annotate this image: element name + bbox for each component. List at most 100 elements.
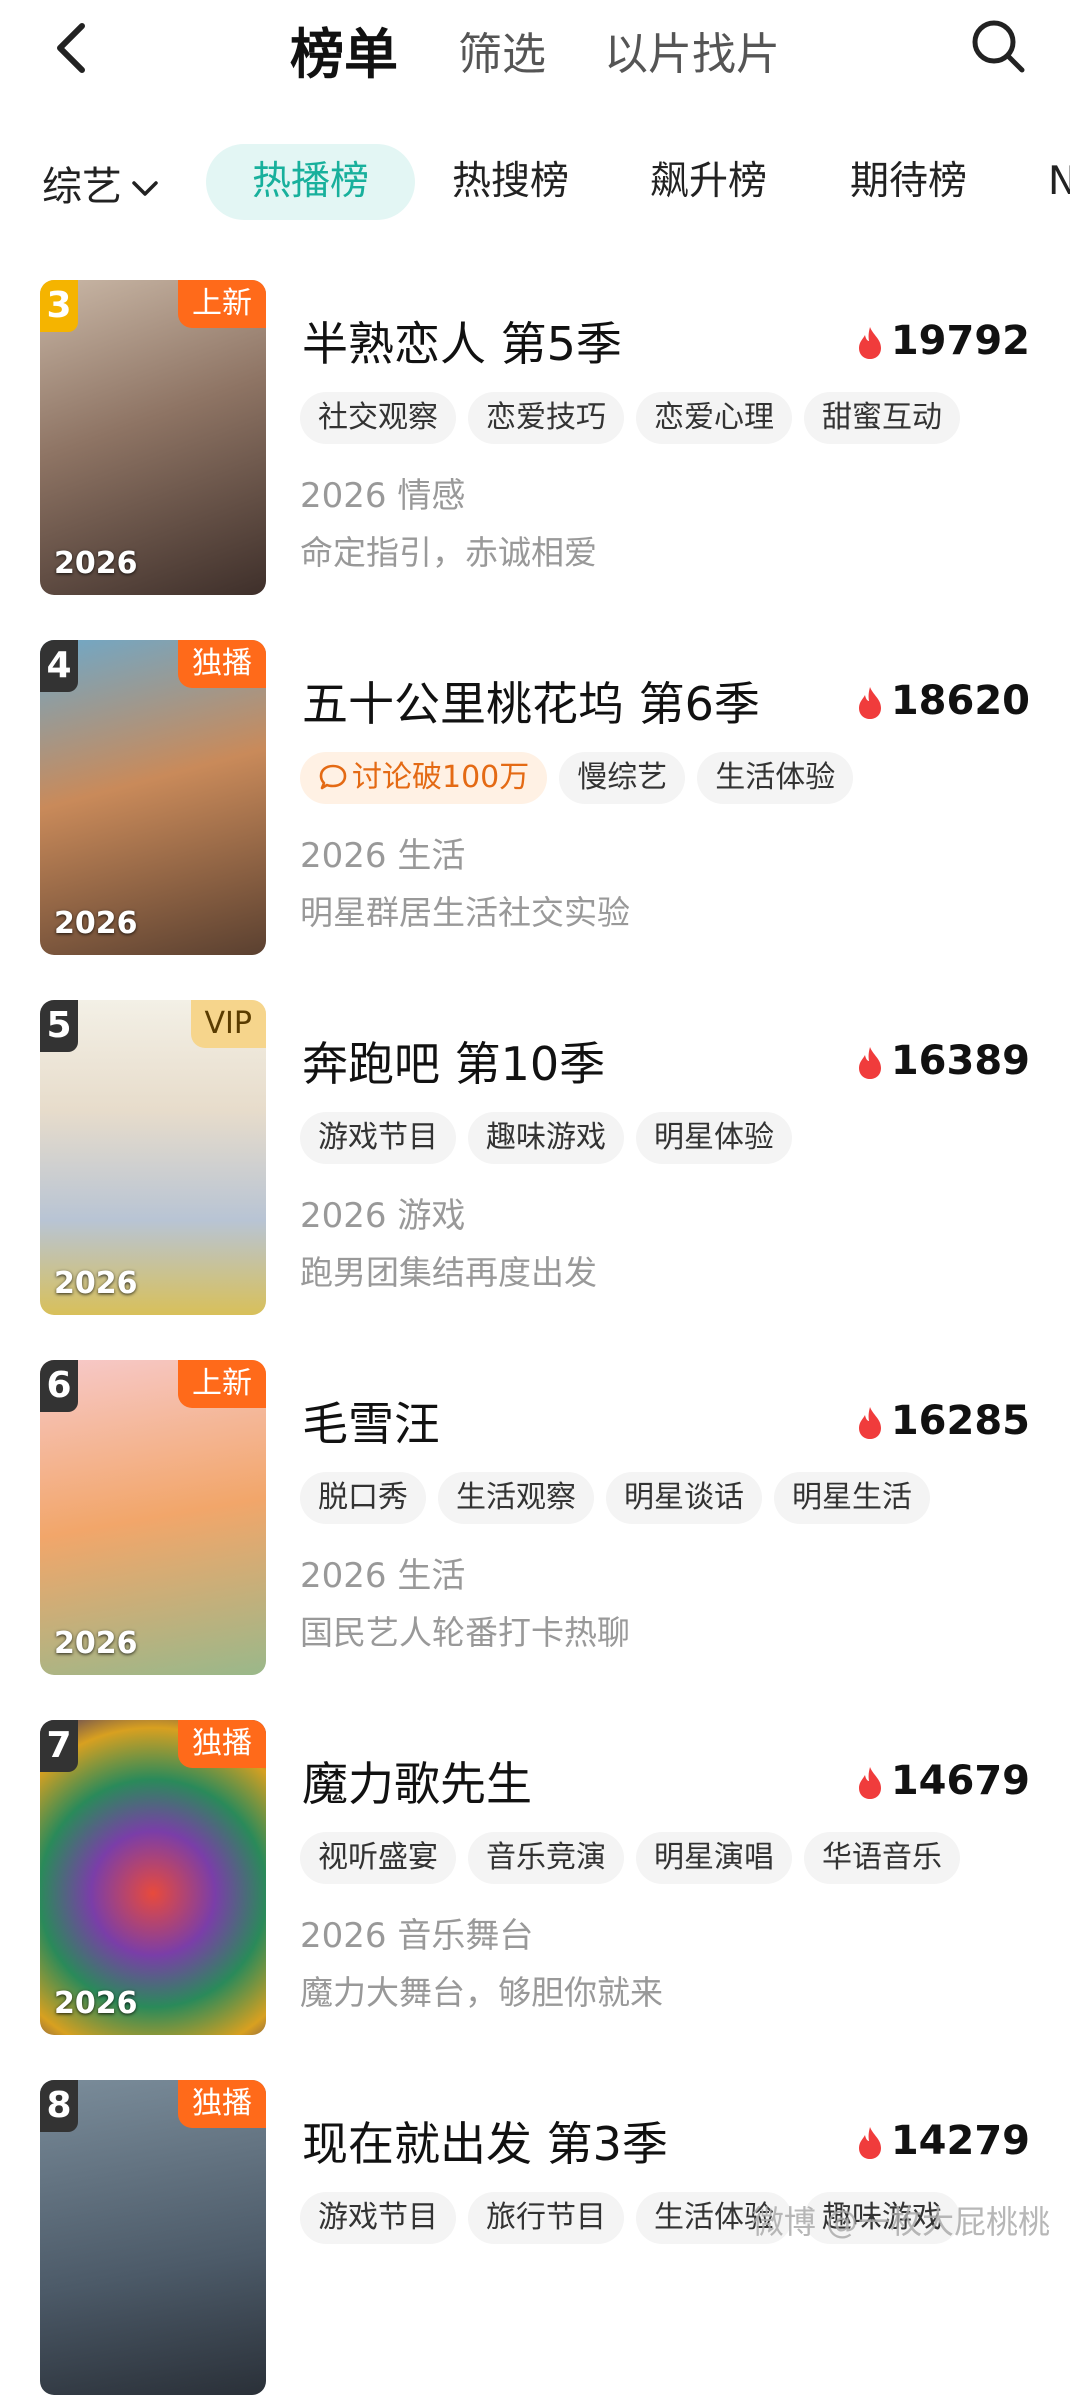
tag-list: 视听盛宴 音乐竞演 明星演唱 华语音乐 bbox=[300, 1832, 972, 1884]
rank-badge: 6 bbox=[40, 1360, 78, 1412]
top-bar: 榜单 筛选 以片找片 bbox=[0, 0, 1070, 95]
show-title[interactable]: 魔力歌先生 bbox=[302, 1748, 532, 1814]
show-meta: 2026 情感 bbox=[300, 476, 466, 516]
poster-image[interactable]: 7 独播 2026 bbox=[40, 1720, 266, 2035]
poster-year: 2026 bbox=[54, 546, 138, 581]
tab-rising[interactable]: 飙升榜 bbox=[650, 144, 767, 220]
tag[interactable]: 恋爱技巧 bbox=[468, 392, 624, 444]
heat-value: 16285 bbox=[890, 1398, 1030, 1444]
tag[interactable]: 甜蜜互动 bbox=[804, 392, 960, 444]
show-description: 命定指引，赤诚相爱 bbox=[300, 533, 597, 572]
tag-list: 游戏节目 趣味游戏 明星体验 bbox=[300, 1112, 804, 1164]
tag-list: 脱口秀 生活观察 明星谈话 明星生活 bbox=[300, 1472, 942, 1524]
heat-score: 16285 bbox=[857, 1398, 1030, 1444]
category-label: 综艺 bbox=[42, 164, 122, 210]
flame-icon bbox=[858, 1407, 881, 1439]
tab-more[interactable]: N bbox=[1048, 144, 1070, 220]
status-badge: 独播 bbox=[178, 1720, 266, 1768]
show-title[interactable]: 五十公里桃花坞 第6季 bbox=[302, 668, 760, 734]
flame-icon bbox=[858, 327, 881, 359]
status-badge: 独播 bbox=[178, 2080, 266, 2128]
show-title[interactable]: 毛雪汪 bbox=[302, 1388, 440, 1454]
tag-list: 社交观察 恋爱技巧 恋爱心理 甜蜜互动 bbox=[300, 392, 972, 444]
list-item[interactable]: 3 上新 2026 半熟恋人 第5季 19792 社交观察 恋爱技巧 恋爱心理 甜蜜互… bbox=[0, 280, 1070, 600]
flame-icon bbox=[858, 1767, 881, 1799]
status-badge: 独播 bbox=[178, 640, 266, 688]
tab-anticipated[interactable]: 期待榜 bbox=[850, 144, 967, 220]
list-item[interactable]: 5 VIP 2026 奔跑吧 第10季 16389 游戏节目 趣味游戏 明星体验 2… bbox=[0, 1000, 1070, 1320]
tag[interactable]: 华语音乐 bbox=[804, 1832, 960, 1884]
tag[interactable]: 视听盛宴 bbox=[300, 1832, 456, 1884]
rank-badge: 8 bbox=[40, 2080, 78, 2132]
list-item[interactable]: 6 上新 2026 毛雪汪 16285 脱口秀 生活观察 明星谈话 明星生活 2026… bbox=[0, 1360, 1070, 1680]
poster-image[interactable]: 6 上新 2026 bbox=[40, 1360, 266, 1675]
heat-value: 19792 bbox=[890, 318, 1030, 364]
tag[interactable]: 恋爱心理 bbox=[636, 392, 792, 444]
show-meta: 2026 音乐舞台 bbox=[300, 1916, 534, 1956]
tab-filter[interactable]: 筛选 bbox=[458, 18, 546, 82]
status-badge: 上新 bbox=[178, 1360, 266, 1408]
flame-icon bbox=[858, 687, 881, 719]
tag[interactable]: 趣味游戏 bbox=[468, 1112, 624, 1164]
poster-image[interactable]: 4 独播 2026 bbox=[40, 640, 266, 955]
poster-year: 2026 bbox=[54, 1626, 138, 1661]
flame-icon bbox=[858, 1047, 881, 1079]
show-title[interactable]: 半熟恋人 第5季 bbox=[302, 308, 622, 374]
category-row: 综艺 热播榜 热搜榜 飙升榜 期待榜 N bbox=[0, 140, 1070, 225]
show-title[interactable]: 现在就出发 第3季 bbox=[302, 2108, 668, 2174]
tag[interactable]: 游戏节目 bbox=[300, 1112, 456, 1164]
show-description: 国民艺人轮番打卡热聊 bbox=[300, 1613, 630, 1652]
poster-year: 2026 bbox=[54, 1986, 138, 2021]
poster-image[interactable]: 8 独播 bbox=[40, 2080, 266, 2395]
poster-year: 2026 bbox=[54, 1266, 138, 1301]
tag[interactable]: 社交观察 bbox=[300, 392, 456, 444]
heat-score: 18620 bbox=[857, 678, 1030, 724]
flame-icon bbox=[858, 2127, 881, 2159]
show-description: 跑男团集结再度出发 bbox=[300, 1253, 597, 1292]
vip-badge: VIP bbox=[190, 1000, 266, 1048]
tag[interactable]: 生活体验 bbox=[697, 752, 854, 804]
tag[interactable]: 慢综艺 bbox=[559, 752, 686, 804]
poster-year: 2026 bbox=[54, 906, 138, 941]
show-title[interactable]: 奔跑吧 第10季 bbox=[302, 1028, 605, 1094]
tab-hot-search[interactable]: 热搜榜 bbox=[452, 144, 569, 220]
tag[interactable]: 音乐竞演 bbox=[468, 1832, 624, 1884]
discussion-tag[interactable]: 讨论破100万 bbox=[300, 752, 548, 804]
rank-badge: 4 bbox=[40, 640, 78, 692]
rank-badge: 3 bbox=[40, 280, 78, 332]
tab-find-by-film[interactable]: 以片找片 bbox=[604, 18, 780, 82]
tag-list: 讨论破100万 慢综艺 生活体验 bbox=[300, 752, 865, 804]
tag[interactable]: 旅行节目 bbox=[468, 2192, 624, 2244]
show-meta: 2026 生活 bbox=[300, 836, 466, 876]
tag[interactable]: 明星谈话 bbox=[606, 1472, 762, 1524]
heat-score: 14279 bbox=[857, 2118, 1030, 2164]
tag[interactable]: 明星演唱 bbox=[636, 1832, 792, 1884]
status-badge: 上新 bbox=[178, 280, 266, 328]
show-meta: 2026 游戏 bbox=[300, 1196, 466, 1236]
heat-value: 14679 bbox=[890, 1758, 1030, 1804]
tag[interactable]: 脱口秀 bbox=[300, 1472, 426, 1524]
list-item[interactable]: 4 独播 2026 五十公里桃花坞 第6季 18620 讨论破100万 慢综艺 生活… bbox=[0, 640, 1070, 960]
heat-score: 19792 bbox=[857, 318, 1030, 364]
show-meta: 2026 生活 bbox=[300, 1556, 466, 1596]
poster-image[interactable]: 3 上新 2026 bbox=[40, 280, 266, 595]
search-icon[interactable] bbox=[968, 16, 1028, 76]
heat-value: 16389 bbox=[890, 1038, 1030, 1084]
chat-bubble-icon bbox=[319, 764, 347, 790]
watermark: 微博 @一枚大屁桃桃 bbox=[751, 2203, 1050, 2241]
category-dropdown[interactable]: 综艺 bbox=[42, 154, 160, 212]
list-item[interactable]: 7 独播 2026 魔力歌先生 14679 视听盛宴 音乐竞演 明星演唱 华语音乐 2… bbox=[0, 1720, 1070, 2040]
tag[interactable]: 明星体验 bbox=[636, 1112, 792, 1164]
tab-hot-play[interactable]: 热播榜 bbox=[206, 144, 416, 220]
discussion-tag-label: 讨论破100万 bbox=[352, 760, 530, 795]
back-arrow-icon[interactable] bbox=[52, 18, 92, 78]
tag[interactable]: 游戏节目 bbox=[300, 2192, 456, 2244]
poster-image[interactable]: 5 VIP 2026 bbox=[40, 1000, 266, 1315]
rank-badge: 7 bbox=[40, 1720, 78, 1772]
page-title: 榜单 bbox=[290, 23, 398, 86]
rank-badge: 5 bbox=[40, 1000, 78, 1052]
show-description: 魔力大舞台，够胆你就来 bbox=[300, 1973, 663, 2012]
tag[interactable]: 生活观察 bbox=[438, 1472, 594, 1524]
heat-value: 14279 bbox=[890, 2118, 1030, 2164]
tag[interactable]: 明星生活 bbox=[774, 1472, 930, 1524]
